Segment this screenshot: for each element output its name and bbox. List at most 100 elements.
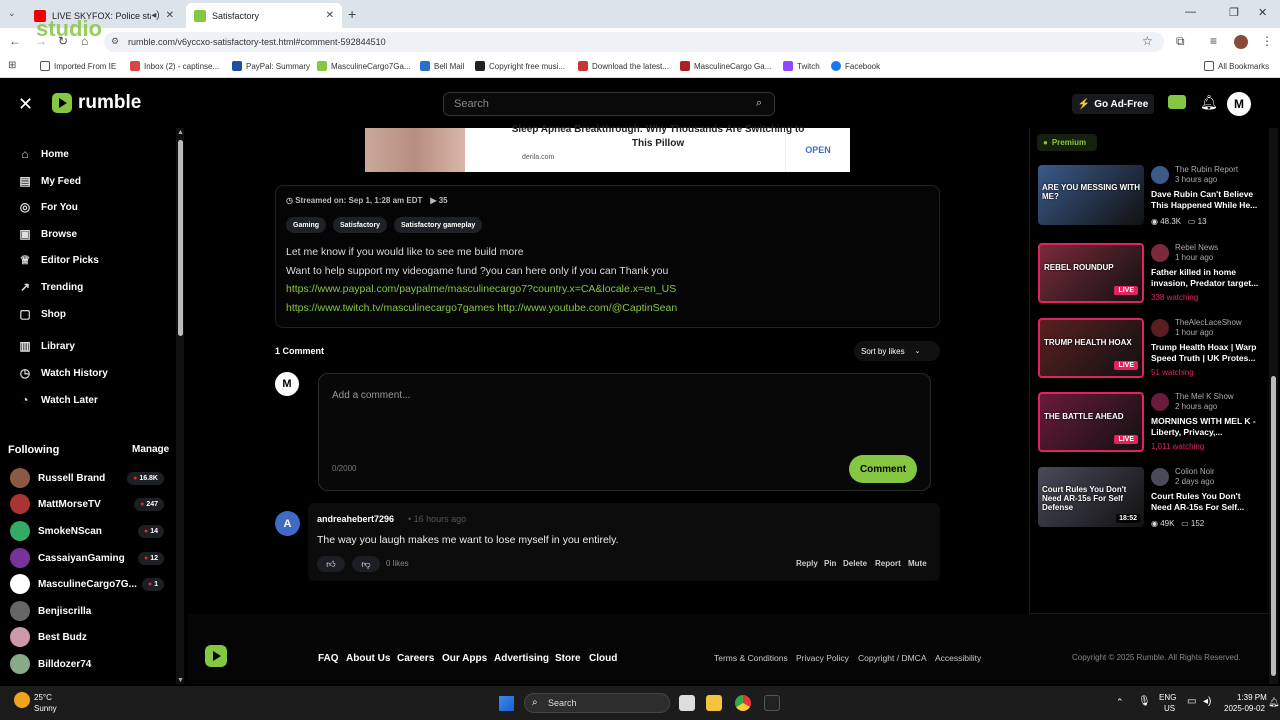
- file-explorer-icon[interactable]: [706, 695, 722, 711]
- close-window-button[interactable]: ✕: [1258, 6, 1267, 19]
- channel-avatar[interactable]: [1151, 244, 1169, 262]
- video-title[interactable]: MORNINGS WITH MEL K - Liberty, Privacy,.…: [1151, 416, 1263, 438]
- close-menu-icon[interactable]: ✕: [18, 94, 33, 115]
- channel-name[interactable]: The Mel K Show: [1175, 392, 1234, 401]
- paypal-link[interactable]: https://www.paypal.com/paypalme/masculin…: [286, 283, 676, 295]
- sidebar-item-trending[interactable]: ↗ Trending: [18, 280, 83, 294]
- footer-link-apps[interactable]: Our Apps: [442, 653, 487, 664]
- tab-search-icon[interactable]: ⌄: [8, 8, 16, 19]
- language[interactable]: ENG: [1159, 693, 1176, 702]
- following-item[interactable]: Best Budz: [10, 627, 164, 647]
- volume-icon[interactable]: ◂): [1203, 696, 1211, 707]
- clock-date[interactable]: 2025-09-02: [1224, 704, 1265, 713]
- page-scrollbar-thumb[interactable]: [1271, 376, 1276, 676]
- scroll-up-arrow-icon[interactable]: ▲: [177, 129, 184, 136]
- channel-name[interactable]: Rebel News: [1175, 243, 1218, 252]
- channel-avatar[interactable]: [1151, 319, 1169, 337]
- following-item[interactable]: CassaiyanGaming ● 12: [10, 548, 164, 568]
- bookmark-star-icon[interactable]: ☆: [1142, 34, 1153, 48]
- chrome-icon[interactable]: [735, 695, 751, 711]
- video-title[interactable]: Court Rules You Don't Need AR-15s For Se…: [1151, 491, 1263, 513]
- bookmark-item[interactable]: MasculineCargo Ga...: [680, 61, 771, 71]
- scroll-down-arrow-icon[interactable]: ▼: [177, 677, 184, 684]
- following-item[interactable]: MattMorseTV ● 247: [10, 494, 164, 514]
- bookmark-item[interactable]: Copyright free musi...: [475, 61, 565, 71]
- tag-satisfactory[interactable]: Satisfactory: [333, 217, 388, 233]
- extensions-icon[interactable]: ⧉: [1176, 34, 1185, 49]
- footer-link-advertising[interactable]: Advertising: [494, 653, 549, 664]
- bookmark-item[interactable]: Download the latest...: [578, 61, 669, 71]
- epic-games-icon[interactable]: [764, 695, 780, 711]
- channel-name[interactable]: The Rubin Report: [1175, 165, 1238, 174]
- following-item[interactable]: Billdozer74: [10, 654, 164, 674]
- sidebar-scrollbar-thumb[interactable]: [178, 140, 183, 336]
- following-item[interactable]: SmokeNScan ● 14: [10, 521, 164, 541]
- menu-icon[interactable]: ⋮: [1261, 34, 1273, 48]
- reply-button[interactable]: Reply: [796, 559, 818, 568]
- manage-link[interactable]: Manage: [132, 444, 169, 455]
- back-icon[interactable]: ←: [9, 34, 21, 48]
- url-text[interactable]: rumble.com/v6yccxo-satisfactory-test.htm…: [128, 37, 386, 47]
- rumble-logo[interactable]: rumble: [52, 92, 141, 114]
- search-input[interactable]: [443, 92, 775, 116]
- apps-grid-icon[interactable]: ⊞: [8, 60, 16, 71]
- go-ad-free-button[interactable]: ⚡ Go Ad-Free: [1072, 94, 1154, 114]
- commenter-avatar[interactable]: A: [275, 511, 300, 536]
- sidebar-item-for-you[interactable]: ◎ For You: [18, 200, 78, 214]
- footer-link-careers[interactable]: Careers: [397, 653, 434, 664]
- keyboard-layout[interactable]: US: [1164, 704, 1175, 713]
- network-icon[interactable]: ▭: [1187, 696, 1196, 707]
- video-thumbnail[interactable]: THE BATTLE AHEAD LIVE: [1038, 392, 1144, 452]
- bookmark-item[interactable]: PayPal: Summary: [232, 61, 310, 71]
- channel-name[interactable]: TheAlecLaceShow: [1175, 318, 1242, 327]
- bookmark-item[interactable]: Twitch: [783, 61, 820, 71]
- youtube-link[interactable]: http://www.youtube.com/@CaptinSean: [497, 302, 677, 314]
- channel-avatar[interactable]: [1151, 468, 1169, 486]
- sidebar-item-home[interactable]: ⌂ Home: [18, 147, 68, 161]
- notification-bell-icon[interactable]: 🔔︎: [1268, 697, 1279, 708]
- bookmark-item[interactable]: MasculineCargo7Ga...: [317, 61, 411, 71]
- twitch-link[interactable]: https://www.twitch.tv/masculinecargo7gam…: [286, 302, 494, 314]
- premium-badge[interactable]: ● Premium: [1037, 134, 1097, 151]
- following-item[interactable]: Russell Brand ● 16.8K: [10, 468, 164, 488]
- minimize-button[interactable]: —: [1185, 6, 1196, 18]
- mute-button[interactable]: Mute: [908, 559, 927, 568]
- delete-button[interactable]: Delete: [843, 559, 867, 568]
- sidebar-item-watch-history[interactable]: ◷ Watch History: [18, 366, 108, 380]
- thumbs-down-icon[interactable]: 👎︎: [352, 556, 380, 572]
- video-title[interactable]: Father killed in home invasion, Predator…: [1151, 267, 1263, 289]
- footer-privacy[interactable]: Privacy Policy: [796, 653, 849, 663]
- channel-name[interactable]: Colion Noir: [1175, 467, 1215, 476]
- notifications-bell-icon[interactable]: 🔔︎: [1200, 94, 1218, 111]
- video-thumbnail[interactable]: TRUMP HEALTH HOAX LIVE: [1038, 318, 1144, 378]
- commenter-username[interactable]: andreahebert7296: [317, 514, 394, 524]
- user-avatar[interactable]: M: [1227, 92, 1251, 116]
- tag-gaming[interactable]: Gaming: [286, 217, 327, 233]
- footer-link-store[interactable]: Store: [555, 653, 581, 664]
- clock-time[interactable]: 1:39 PM: [1237, 693, 1267, 702]
- close-tab-icon[interactable]: ✕: [326, 10, 334, 21]
- comment-submit-button[interactable]: Comment: [849, 455, 917, 483]
- close-tab-icon[interactable]: ✕: [166, 10, 174, 21]
- video-thumbnail[interactable]: ARE YOU MESSING WITH ME?: [1038, 165, 1144, 225]
- footer-link-about[interactable]: About Us: [346, 653, 390, 664]
- bookmark-item[interactable]: Facebook: [831, 61, 880, 71]
- new-tab-button[interactable]: +: [348, 6, 356, 22]
- weather-sun-icon[interactable]: [14, 692, 30, 708]
- footer-terms[interactable]: Terms & Conditions: [714, 653, 788, 663]
- site-info-icon[interactable]: ⚙: [111, 36, 119, 47]
- sidebar-item-browse[interactable]: ▣ Browse: [18, 227, 77, 241]
- microphone-icon[interactable]: 🎙︎: [1138, 696, 1151, 707]
- following-item[interactable]: Benjiscrilla: [10, 601, 164, 621]
- tag-satisfactory-gameplay[interactable]: Satisfactory gameplay: [394, 217, 483, 233]
- channel-avatar[interactable]: [1151, 166, 1169, 184]
- footer-link-cloud[interactable]: Cloud: [589, 653, 617, 664]
- sidebar-item-shop[interactable]: ▢ Shop: [18, 307, 66, 321]
- all-bookmarks[interactable]: All Bookmarks: [1204, 61, 1269, 71]
- thumbs-up-icon[interactable]: 👍︎: [317, 556, 345, 572]
- bookmark-item[interactable]: Imported From IE: [40, 61, 116, 71]
- video-title[interactable]: Dave Rubin Can't Believe This Happened W…: [1151, 189, 1263, 211]
- ad-open-button[interactable]: OPEN: [785, 128, 850, 172]
- following-item[interactable]: MasculineCargo7G... ● 1: [10, 574, 164, 594]
- sidebar-item-watch-later[interactable]: ◔ Watch Later: [18, 393, 98, 407]
